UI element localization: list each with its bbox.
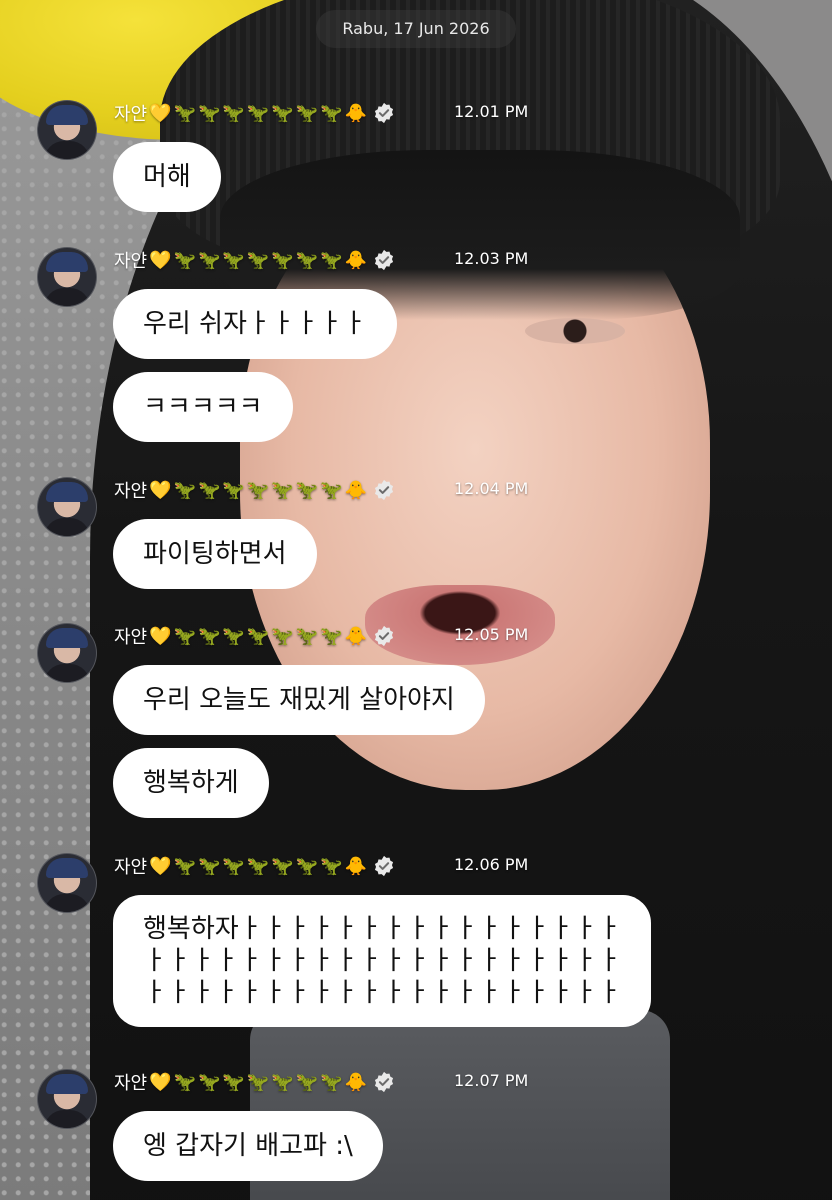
dinosaur-emoji: 🦖 — [320, 249, 343, 271]
dinosaur-emoji: 🦖 — [173, 625, 196, 647]
sender-header: 자얀 💛 🦖 🦖 🦖 🦖 🦖 🦖 🦖 🐥 — [114, 247, 395, 273]
dinosaur-emoji: 🦖 — [320, 102, 343, 124]
dinosaur-emoji: 🦖 — [246, 1071, 270, 1093]
verified-badge-icon — [374, 625, 393, 647]
wallpaper-eye — [525, 318, 625, 344]
sender-name[interactable]: 자얀 — [114, 247, 147, 273]
sender-name[interactable]: 자얀 — [114, 1069, 147, 1095]
message-bubble[interactable]: 머해 — [113, 142, 221, 212]
heart-emoji: 💛 — [149, 249, 172, 271]
sender-name[interactable]: 자얀 — [114, 853, 147, 879]
dinosaur-emoji: 🦖 — [173, 1071, 196, 1093]
dinosaur-emoji: 🦖 — [246, 855, 270, 877]
dinosaur-emoji: 🦖 — [295, 625, 319, 647]
dinosaur-emoji: 🦖 — [271, 249, 294, 271]
avatar[interactable] — [37, 853, 97, 913]
dinosaur-emoji: 🦖 — [271, 625, 294, 647]
message-time: 12.01 PM — [454, 102, 529, 121]
dinosaur-emoji: 🦖 — [295, 249, 319, 271]
date-separator: Rabu, 17 Jun 2026 — [316, 10, 516, 48]
chick-emoji: 🐥 — [344, 855, 367, 877]
dinosaur-emoji: 🦖 — [222, 479, 245, 501]
dinosaur-emoji: 🦖 — [295, 479, 319, 501]
dinosaur-emoji: 🦖 — [271, 102, 294, 124]
dinosaur-emoji: 🦖 — [222, 625, 245, 647]
dinosaur-emoji: 🦖 — [271, 855, 294, 877]
avatar[interactable] — [37, 477, 97, 537]
dinosaur-emoji: 🦖 — [222, 1071, 245, 1093]
message-bubble[interactable]: 파이팅하면서 — [113, 519, 317, 589]
dinosaur-emoji: 🦖 — [320, 625, 343, 647]
sender-header: 자얀 💛 🦖 🦖 🦖 🦖 🦖 🦖 🦖 🐥 — [114, 477, 395, 503]
chick-emoji: 🐥 — [344, 1071, 367, 1093]
sender-header: 자얀 💛 🦖 🦖 🦖 🦖 🦖 🦖 🦖 🐥 — [114, 100, 395, 126]
dinosaur-emoji: 🦖 — [197, 102, 221, 124]
heart-emoji: 💛 — [149, 102, 172, 124]
dinosaur-emoji: 🦖 — [173, 479, 196, 501]
dinosaur-emoji: 🦖 — [173, 855, 196, 877]
dinosaur-emoji: 🦖 — [222, 855, 245, 877]
dinosaur-emoji: 🦖 — [271, 1071, 294, 1093]
avatar[interactable] — [37, 247, 97, 307]
sender-name[interactable]: 자얀 — [114, 623, 147, 649]
dinosaur-emoji: 🦖 — [197, 855, 221, 877]
dinosaur-emoji: 🦖 — [320, 1071, 343, 1093]
message-bubble[interactable]: 우리 쉬자ㅏㅏㅏㅏㅏ — [113, 289, 397, 359]
sender-name[interactable]: 자얀 — [114, 100, 147, 126]
sender-name[interactable]: 자얀 — [114, 477, 147, 503]
dinosaur-emoji: 🦖 — [197, 625, 221, 647]
heart-emoji: 💛 — [149, 855, 172, 877]
dinosaur-emoji: 🦖 — [271, 479, 294, 501]
dinosaur-emoji: 🦖 — [222, 249, 245, 271]
message-time: 12.07 PM — [454, 1071, 529, 1090]
avatar[interactable] — [37, 623, 97, 683]
message-time: 12.05 PM — [454, 625, 529, 644]
sender-header: 자얀 💛 🦖 🦖 🦖 🦖 🦖 🦖 🦖 🐥 — [114, 853, 395, 879]
heart-emoji: 💛 — [149, 1071, 172, 1093]
message-time: 12.06 PM — [454, 855, 529, 874]
avatar[interactable] — [37, 100, 97, 160]
dinosaur-emoji: 🦖 — [197, 479, 221, 501]
chick-emoji: 🐥 — [344, 102, 367, 124]
verified-badge-icon — [374, 249, 393, 271]
dinosaur-emoji: 🦖 — [173, 102, 196, 124]
dinosaur-emoji: 🦖 — [320, 479, 343, 501]
verified-badge-icon — [374, 102, 393, 124]
chick-emoji: 🐥 — [344, 249, 367, 271]
avatar[interactable] — [37, 1069, 97, 1129]
chick-emoji: 🐥 — [344, 479, 367, 501]
message-bubble[interactable]: 행복하자ㅏㅏㅏㅏㅏㅏㅏㅏㅏㅏㅏㅏㅏㅏㅏㅏ ㅏㅏㅏㅏㅏㅏㅏㅏㅏㅏㅏㅏㅏㅏㅏㅏㅏㅏㅏ… — [113, 895, 652, 1027]
dinosaur-emoji: 🦖 — [173, 249, 196, 271]
sender-header: 자얀 💛 🦖 🦖 🦖 🦖 🦖 🦖 🦖 🐥 — [114, 623, 395, 649]
dinosaur-emoji: 🦖 — [246, 479, 270, 501]
message-bubble[interactable]: ㅋㅋㅋㅋㅋ — [113, 372, 293, 442]
dinosaur-emoji: 🦖 — [295, 855, 319, 877]
dinosaur-emoji: 🦖 — [197, 1071, 221, 1093]
message-bubble[interactable]: 엥 갑자기 배고파 :\ — [113, 1111, 383, 1181]
dinosaur-emoji: 🦖 — [246, 102, 270, 124]
heart-emoji: 💛 — [149, 479, 172, 501]
dinosaur-emoji: 🦖 — [320, 855, 343, 877]
verified-badge-icon — [374, 479, 393, 501]
dinosaur-emoji: 🦖 — [295, 102, 319, 124]
dinosaur-emoji: 🦖 — [295, 1071, 319, 1093]
message-time: 12.03 PM — [454, 249, 529, 268]
message-bubble[interactable]: 우리 오늘도 재밌게 살아야지 — [113, 665, 485, 735]
verified-badge-icon — [374, 855, 393, 877]
dinosaur-emoji: 🦖 — [246, 625, 270, 647]
message-time: 12.04 PM — [454, 479, 529, 498]
chick-emoji: 🐥 — [344, 625, 367, 647]
message-bubble[interactable]: 행복하게 — [113, 748, 269, 818]
heart-emoji: 💛 — [149, 625, 172, 647]
verified-badge-icon — [374, 1071, 393, 1093]
dinosaur-emoji: 🦖 — [222, 102, 245, 124]
dinosaur-emoji: 🦖 — [246, 249, 270, 271]
dinosaur-emoji: 🦖 — [197, 249, 221, 271]
sender-header: 자얀 💛 🦖 🦖 🦖 🦖 🦖 🦖 🦖 🐥 — [114, 1069, 395, 1095]
